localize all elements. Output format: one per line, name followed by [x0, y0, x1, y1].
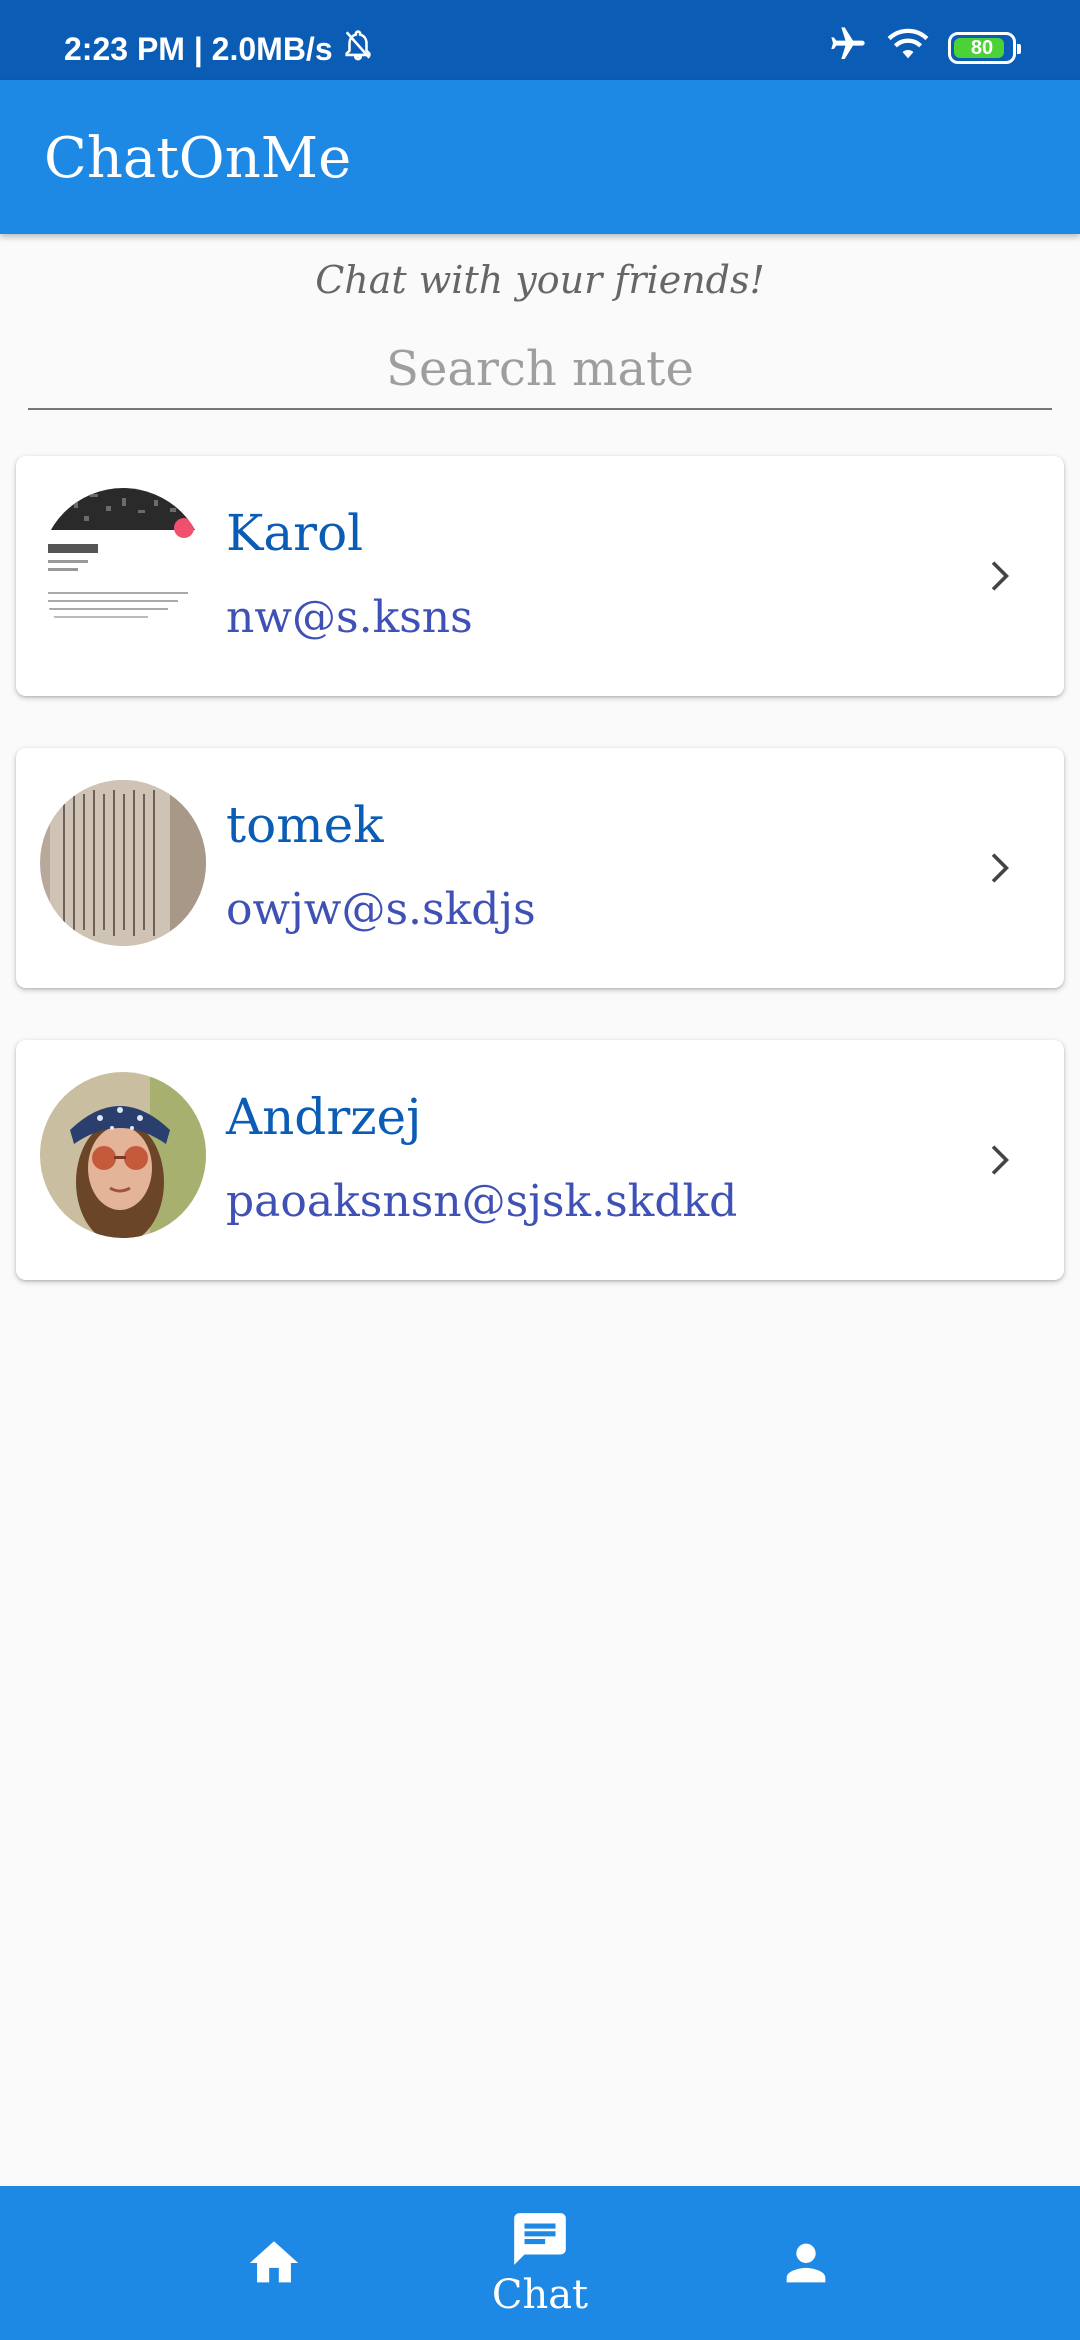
chevron-right-icon: [991, 853, 1009, 883]
battery-icon: 80: [948, 32, 1021, 64]
contact-name: Karol: [226, 504, 364, 562]
contact-email: paoaksnsn@sjsk.skdkd: [226, 1176, 738, 1227]
avatar: [40, 488, 206, 654]
search-input[interactable]: [28, 334, 1052, 404]
app-title: ChatOnMe: [44, 126, 352, 191]
airplane-icon: [828, 24, 868, 72]
subtitle: Chat with your friends!: [315, 258, 765, 302]
contact-name: Andrzej: [226, 1088, 422, 1146]
contact-card-karol[interactable]: Karol nw@s.ksns: [16, 456, 1064, 696]
avatar: [40, 1072, 206, 1238]
contact-email: nw@s.ksns: [226, 592, 473, 643]
app-bar: ChatOnMe: [0, 80, 1080, 234]
nav-chat[interactable]: Chat: [480, 2186, 600, 2340]
chevron-right-icon: [991, 1145, 1009, 1175]
battery-level: 80: [970, 36, 994, 59]
chevron-right-icon: [991, 561, 1009, 591]
person-icon: [786, 2243, 826, 2283]
bottom-nav: Chat: [0, 2186, 1080, 2340]
nav-home[interactable]: [222, 2186, 326, 2340]
home-icon: [249, 2241, 299, 2283]
search-field[interactable]: [28, 334, 1052, 410]
chat-icon: [514, 2213, 566, 2265]
contact-card-tomek[interactable]: tomek owjw@s.skdjs: [16, 748, 1064, 988]
contact-email: owjw@s.skdjs: [226, 884, 536, 935]
status-time: 2:23 PM | 2.0MB/s: [64, 30, 333, 67]
contact-name: tomek: [226, 796, 384, 854]
nav-profile[interactable]: [754, 2186, 858, 2340]
contact-card-andrzej[interactable]: Andrzej paoaksnsn@sjsk.skdkd: [16, 1040, 1064, 1280]
wifi-icon: [886, 26, 930, 70]
avatar: [40, 780, 206, 946]
bell-off-icon: [341, 28, 375, 70]
status-bar: 2:23 PM | 2.0MB/s 80: [0, 0, 1080, 80]
nav-chat-label: Chat: [491, 2272, 589, 2318]
